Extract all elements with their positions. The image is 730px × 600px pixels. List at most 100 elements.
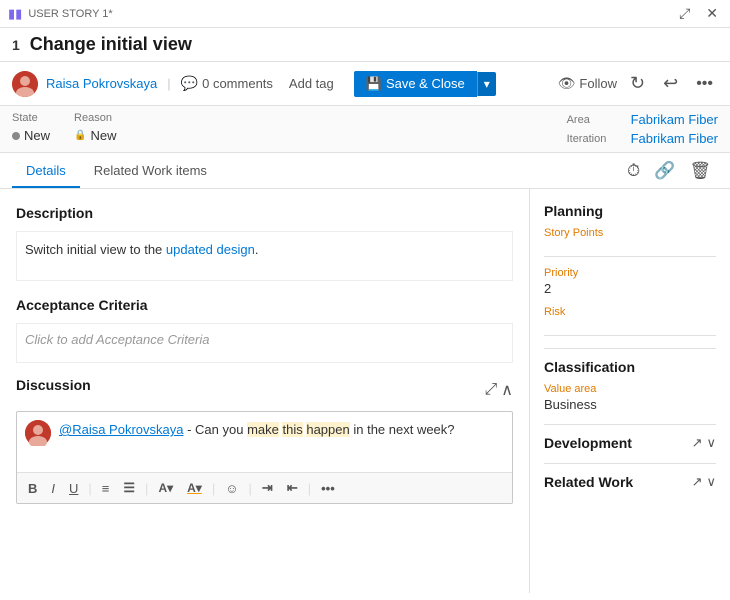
discussion-section: Discussion ⤢ ∧ @Raisa P xyxy=(16,377,513,504)
work-item-header: 1 Change initial view xyxy=(0,28,730,62)
italic-button[interactable]: I xyxy=(46,478,60,499)
comments-button[interactable]: 💬 0 comments xyxy=(181,75,273,92)
iteration-value[interactable]: Fabrikam Fiber xyxy=(631,131,718,146)
avatar xyxy=(12,71,38,97)
save-close-dropdown[interactable]: ▾ xyxy=(477,72,496,96)
title-bar-right: ⤢ ✕ xyxy=(675,3,722,24)
discussion-controls: ⤢ ∧ xyxy=(484,380,513,400)
related-work-title: Related Work xyxy=(544,474,633,490)
disc-avatar xyxy=(25,420,51,446)
risk-label: Risk xyxy=(544,306,716,318)
save-label: Save & Close xyxy=(386,76,465,91)
user-name[interactable]: Raisa Pokrovskaya xyxy=(46,76,157,91)
delete-tab-button[interactable]: 🗑 xyxy=(682,157,718,185)
reason-label: Reason xyxy=(74,112,116,124)
disc-text-rest: in the next week? xyxy=(350,422,455,437)
story-points-label: Story Points xyxy=(544,227,716,239)
area-label: Area xyxy=(567,114,623,126)
disc-highlight-make: make xyxy=(247,422,279,437)
save-icon: 💾 xyxy=(366,76,382,92)
lock-icon: 🔒 xyxy=(74,130,86,141)
more-format-button[interactable]: ••• xyxy=(316,478,340,499)
related-work-header[interactable]: Related Work ↗ ∨ xyxy=(544,474,716,490)
right-panel: Planning Story Points Priority 2 Risk Cl… xyxy=(530,189,730,593)
story-label: USER STORY 1* xyxy=(28,8,112,20)
value-area-label: Value area xyxy=(544,383,716,395)
discussion-expand-button[interactable]: ⤢ xyxy=(484,380,497,400)
acceptance-input[interactable]: Click to add Acceptance Criteria xyxy=(16,323,513,363)
story-points-value[interactable] xyxy=(544,241,716,257)
more-button[interactable]: ••• xyxy=(691,73,718,95)
tab-details[interactable]: Details xyxy=(12,155,80,188)
area-value[interactable]: Fabrikam Fiber xyxy=(631,112,718,127)
discussion-message[interactable]: @Raisa Pokrovskaya - Can you make this h… xyxy=(59,420,455,440)
state-dot-icon xyxy=(12,132,20,140)
discussion-body: @Raisa Pokrovskaya - Can you make this h… xyxy=(17,412,512,472)
text-color-button[interactable]: A▾ xyxy=(182,478,207,498)
disc-highlight-happen: happen xyxy=(306,422,349,437)
emoji-button[interactable]: ☺ xyxy=(220,478,243,499)
state-value[interactable]: New xyxy=(24,128,50,143)
acceptance-title: Acceptance Criteria xyxy=(16,297,513,313)
state-label: State xyxy=(12,112,50,124)
disc-text-dash: - Can you xyxy=(183,422,247,437)
value-area-value[interactable]: Business xyxy=(544,397,716,412)
bold-button[interactable]: B xyxy=(23,478,42,499)
priority-field: Priority 2 xyxy=(544,267,716,296)
reason-field-group: Reason 🔒 New xyxy=(74,112,116,146)
follow-button[interactable]: 👁 Follow xyxy=(558,75,617,92)
add-tag-button[interactable]: Add tag xyxy=(281,72,342,95)
list-button[interactable]: ☰ xyxy=(118,477,140,499)
left-panel: Description Switch initial view to the u… xyxy=(0,189,530,593)
reason-value-row: 🔒 New xyxy=(74,128,116,143)
priority-value[interactable]: 2 xyxy=(544,281,716,296)
tab-related-work-items[interactable]: Related Work items xyxy=(80,155,221,188)
restore-button[interactable]: ⤢ xyxy=(675,3,694,24)
outdent-button[interactable]: ⇤ xyxy=(282,477,303,499)
disc-highlight-this: this xyxy=(282,422,302,437)
title-bar-left: ▮▮ USER STORY 1* xyxy=(8,6,113,22)
area-iteration-group: Area Fabrikam Fiber Iteration Fabrikam F… xyxy=(567,112,718,146)
follow-label: Follow xyxy=(579,76,617,91)
area-row: Area Fabrikam Fiber xyxy=(567,112,718,127)
disc-mention[interactable]: @Raisa Pokrovskaya xyxy=(59,422,183,437)
discussion-toolbar: B I U | ≡ ☰ | A▾ A▾ | ☺ | ⇥ ⇤ | ••• xyxy=(17,472,512,503)
save-close-button[interactable]: 💾 Save & Close xyxy=(354,71,477,97)
iteration-label: Iteration xyxy=(567,133,623,145)
refresh-button[interactable]: ↻ xyxy=(625,71,650,96)
development-section: Development ↗ ∨ xyxy=(544,424,716,451)
history-tab-button[interactable]: ⏱ xyxy=(620,157,647,185)
title-bar: ▮▮ USER STORY 1* ⤢ ✕ xyxy=(0,0,730,28)
related-work-expand-icon[interactable]: ↗ xyxy=(692,474,703,490)
development-icons: ↗ ∨ xyxy=(692,435,716,451)
value-area-field: Value area Business xyxy=(544,383,716,412)
planning-title: Planning xyxy=(544,203,716,219)
development-header[interactable]: Development ↗ ∨ xyxy=(544,435,716,451)
discussion-collapse-button[interactable]: ∧ xyxy=(501,380,513,400)
desc-link[interactable]: updated design xyxy=(166,242,255,257)
tabs-bar: Details Related Work items ⏱ 🔗 🗑 xyxy=(0,153,730,189)
iteration-row: Iteration Fabrikam Fiber xyxy=(567,131,718,146)
reason-value[interactable]: New xyxy=(90,128,116,143)
highlight-button[interactable]: A▾ xyxy=(153,478,178,498)
development-title: Development xyxy=(544,435,632,451)
underline-button[interactable]: U xyxy=(64,478,83,499)
links-tab-button[interactable]: 🔗 xyxy=(647,157,682,185)
related-work-collapse-icon[interactable]: ∨ xyxy=(706,474,716,490)
follow-eye-icon: 👁 xyxy=(558,75,576,92)
comments-label: 0 comments xyxy=(202,76,273,91)
undo-button[interactable]: ↩ xyxy=(658,71,683,96)
state-value-row: New xyxy=(12,128,50,143)
toolbar: Raisa Pokrovskaya | 💬 0 comments Add tag… xyxy=(0,62,730,106)
risk-value[interactable] xyxy=(544,320,716,336)
indent-button[interactable]: ⇥ xyxy=(257,477,278,499)
align-button[interactable]: ≡ xyxy=(97,478,115,499)
comment-icon: 💬 xyxy=(181,75,198,92)
story-type-icon: ▮▮ xyxy=(8,6,22,22)
work-item-id: 1 xyxy=(12,37,20,53)
priority-label: Priority xyxy=(544,267,716,279)
classification-section: Classification Value area Business xyxy=(544,348,716,412)
development-expand-icon[interactable]: ↗ xyxy=(692,435,703,451)
close-button[interactable]: ✕ xyxy=(702,3,722,24)
development-collapse-icon[interactable]: ∨ xyxy=(706,435,716,451)
